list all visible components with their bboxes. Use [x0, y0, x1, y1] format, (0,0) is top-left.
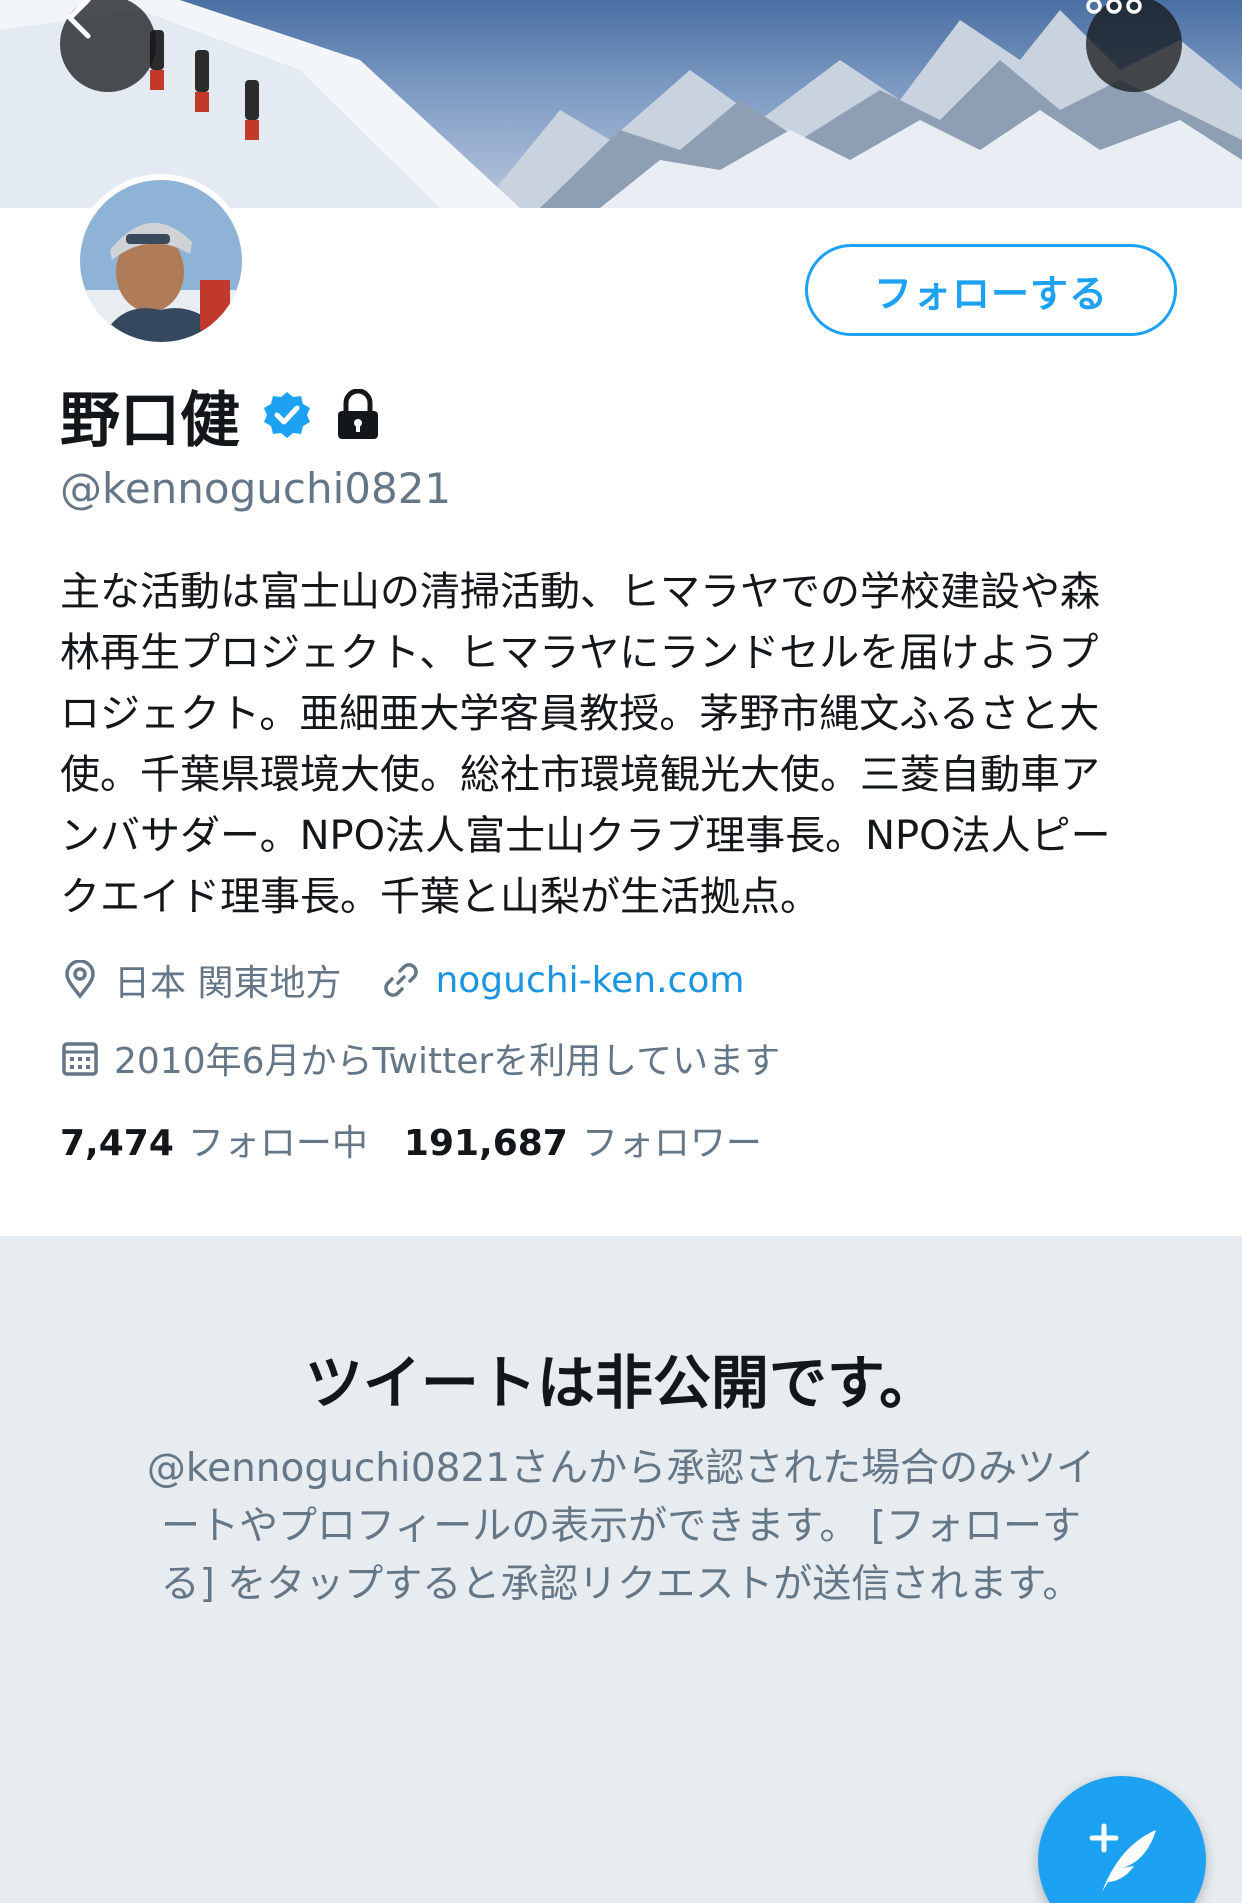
protected-desc-line: る] をタップすると承認リクエストが送信されます。: [160, 1562, 1082, 1607]
bio-line: 主な活動は富士山の清掃活動、ヒマラヤでの学校建設や森: [60, 569, 1100, 615]
profile-name-row: 野口健: [60, 378, 382, 456]
calendar-icon: [62, 1042, 98, 1076]
following-count: 7,474: [60, 1123, 174, 1164]
location-pin-icon: [65, 960, 95, 999]
followers-count: 191,687: [403, 1123, 568, 1164]
link-icon: [384, 963, 419, 997]
protected-description: @kennoguchi0821さんから承認された場合のみツイ ートやプロフィール…: [110, 1440, 1132, 1614]
follow-stats: 7,474 フォロー中 191,687 フォロワー: [60, 1114, 762, 1166]
protected-desc-line: ートやプロフィールの表示ができます。 [フォローす: [161, 1504, 1081, 1549]
protected-desc-line: @kennoguchi0821さんから承認された場合のみツイ: [146, 1446, 1096, 1491]
profile-handle: @kennoguchi0821: [60, 464, 452, 513]
protected-tweets-notice: ツイートは非公開です。 @kennoguchi0821さんから承認された場合のみ…: [0, 1236, 1242, 1903]
location-text: 日本 関東地方: [114, 963, 342, 1004]
bio-line: 林再生プロジェクト、ヒマラヤにランドセルを届けようプ: [60, 630, 1099, 676]
back-button[interactable]: [60, 0, 156, 92]
compose-tweet-icon: [1089, 1823, 1156, 1892]
verified-badge-icon: [264, 392, 310, 438]
bio-line: ロジェクト。亜細亜大学客員教授。茅野市縄文ふるさと大: [60, 691, 1100, 737]
joined-text: 2010年6月からTwitterを利用しています: [114, 1041, 781, 1082]
followers-label: フォロワー: [581, 1123, 762, 1164]
more-options-button[interactable]: [1086, 0, 1182, 92]
follow-button[interactable]: フォローする: [805, 244, 1177, 336]
following-stat[interactable]: 7,474 フォロー中: [60, 1114, 368, 1166]
bio-line: 使。千葉県環境大使。総社市環境観光大使。三菱自動車ア: [60, 752, 1100, 798]
bio-line: ンバサダー。NPO法人富士山クラブ理事長。NPO法人ピー: [60, 813, 1111, 859]
bio-line: クエイド理事長。千葉と山梨が生活拠点。: [60, 874, 820, 920]
profile-bio: 主な活動は富士山の清掃活動、ヒマラヤでの学校建設や森 林再生プロジェクト、ヒマラ…: [60, 562, 1180, 928]
joined-date-row: 2010年6月からTwitterを利用しています: [60, 1032, 780, 1084]
profile-avatar[interactable]: [74, 174, 248, 348]
protected-title: ツイートは非公開です。: [304, 1349, 938, 1417]
display-name: 野口健: [60, 385, 240, 456]
lock-icon: [338, 389, 378, 439]
following-label: フォロー中: [187, 1123, 368, 1164]
followers-stat[interactable]: 191,687 フォロワー: [404, 1114, 762, 1166]
chevron-left-icon: [67, 0, 91, 39]
website-link[interactable]: noguchi-ken.com: [435, 960, 744, 1001]
more-dots-icon: [1086, 0, 1142, 14]
location-link-row: 日本 関東地方 noguchi-ken.com: [60, 954, 744, 1006]
